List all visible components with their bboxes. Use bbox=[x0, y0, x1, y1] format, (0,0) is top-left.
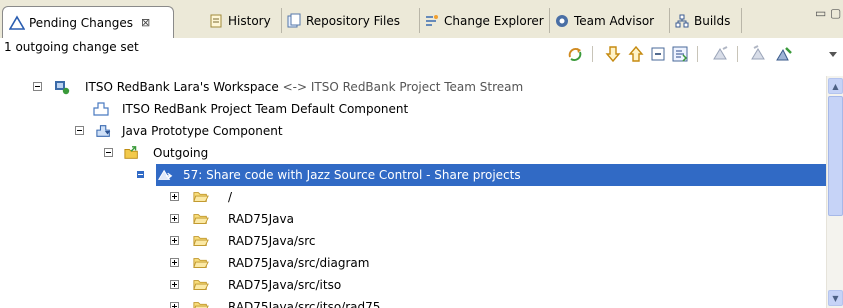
folder-icon bbox=[193, 277, 209, 293]
tree-row-folder[interactable]: RAD75Java/src bbox=[0, 230, 826, 252]
folder-label: RAD75Java/src/diagram bbox=[228, 256, 370, 270]
default-component-label: ITSO RedBank Project Team Default Compon… bbox=[122, 102, 409, 116]
folder-icon bbox=[193, 255, 209, 271]
workspace-icon bbox=[54, 79, 70, 95]
tab-label: History bbox=[228, 13, 271, 28]
move-down-icon[interactable] bbox=[603, 44, 623, 64]
tree-row-java-component[interactable]: Java Prototype Component bbox=[0, 120, 826, 142]
toolbar-separator bbox=[697, 46, 698, 62]
workspace-relation: <-> bbox=[282, 80, 308, 94]
tab-label: Team Advisor bbox=[574, 13, 655, 28]
component-changed-icon bbox=[96, 123, 112, 139]
builds-icon bbox=[674, 13, 690, 29]
component-icon bbox=[93, 101, 109, 117]
change-explorer-icon bbox=[424, 13, 440, 29]
suspend-icon[interactable] bbox=[774, 44, 794, 64]
folder-icon bbox=[193, 211, 209, 227]
tree-row-folder[interactable]: / bbox=[0, 186, 826, 208]
scroll-up-button[interactable]: ▲ bbox=[828, 78, 843, 94]
tree-row-default-component[interactable]: ITSO RedBank Project Team Default Compon… bbox=[0, 98, 826, 120]
expand-toggle[interactable] bbox=[170, 302, 179, 308]
tree-row-folder[interactable]: RAD75Java bbox=[0, 208, 826, 230]
folder-icon bbox=[193, 233, 209, 249]
folder-label: RAD75Java/src/itso/rad75 bbox=[228, 300, 381, 308]
pending-changes-icon bbox=[9, 14, 25, 31]
minimize-icon[interactable]: ▭ bbox=[815, 6, 826, 20]
scroll-down-button[interactable]: ▼ bbox=[828, 290, 843, 306]
tab-label: Builds bbox=[694, 13, 731, 28]
tab-label: Pending Changes bbox=[29, 15, 133, 30]
workspace-label: ITSO RedBank Lara's Workspace <-> ITSO R… bbox=[85, 80, 523, 94]
collapse-toggle[interactable] bbox=[136, 170, 145, 179]
tab-change-explorer[interactable]: Change Explorer bbox=[420, 8, 550, 33]
expand-icon[interactable] bbox=[670, 44, 690, 64]
move-up-icon[interactable] bbox=[626, 44, 646, 64]
close-icon[interactable]: ⊠ bbox=[141, 16, 150, 29]
folder-icon bbox=[193, 299, 209, 308]
pending-changes-tree[interactable]: ITSO RedBank Lara's Workspace <-> ITSO R… bbox=[0, 76, 826, 308]
collapse-all-icon[interactable] bbox=[648, 44, 668, 64]
workspace-name: ITSO RedBank Lara's Workspace bbox=[85, 80, 279, 94]
folder-label: RAD75Java/src bbox=[228, 234, 316, 248]
tab-label: Change Explorer bbox=[444, 13, 544, 28]
tab-label: Repository Files bbox=[306, 13, 400, 28]
outgoing-folder-icon bbox=[124, 145, 140, 161]
view-menu-icon[interactable] bbox=[826, 44, 840, 64]
folder-label: RAD75Java bbox=[228, 212, 294, 226]
change-set-label: 57: Share code with Jazz Source Control … bbox=[183, 168, 521, 182]
folder-icon bbox=[193, 189, 209, 205]
expand-toggle[interactable] bbox=[170, 236, 179, 245]
expand-toggle[interactable] bbox=[170, 258, 179, 267]
history-icon bbox=[208, 13, 224, 29]
toolbar-separator bbox=[592, 46, 593, 62]
java-component-label: Java Prototype Component bbox=[122, 124, 283, 138]
expand-toggle[interactable] bbox=[170, 214, 179, 223]
tree-row-folder[interactable]: RAD75Java/src/itso/rad75 bbox=[0, 296, 826, 308]
collapse-toggle[interactable] bbox=[104, 148, 113, 157]
scroll-thumb[interactable] bbox=[828, 96, 843, 216]
tab-team-advisor[interactable]: Team Advisor bbox=[550, 8, 670, 33]
tree-row-change-set[interactable]: 57: Share code with Jazz Source Control … bbox=[0, 164, 826, 186]
stream-name: ITSO RedBank Project Team Stream bbox=[310, 80, 524, 94]
maximize-icon[interactable]: ▢ bbox=[830, 6, 841, 20]
tree-row-folder[interactable]: RAD75Java/src/diagram bbox=[0, 252, 826, 274]
expand-toggle[interactable] bbox=[170, 192, 179, 201]
tree-row-workspace[interactable]: ITSO RedBank Lara's Workspace <-> ITSO R… bbox=[0, 76, 826, 98]
tab-builds[interactable]: Builds bbox=[670, 8, 742, 33]
refresh-icon[interactable] bbox=[565, 44, 585, 64]
deliver-icon[interactable] bbox=[710, 44, 730, 64]
view-toolbar: 1 outgoing change set bbox=[0, 38, 843, 77]
toolbar-separator bbox=[737, 46, 738, 62]
tab-history[interactable]: History bbox=[204, 8, 282, 33]
repository-files-icon bbox=[286, 13, 302, 29]
collapse-toggle[interactable] bbox=[75, 126, 84, 135]
vertical-scrollbar[interactable]: ▲ ▼ bbox=[826, 76, 843, 308]
view-tab-bar: Pending Changes ⊠ History Repository Fil… bbox=[0, 0, 843, 39]
tab-repository-files[interactable]: Repository Files bbox=[282, 8, 420, 33]
outgoing-label: Outgoing bbox=[153, 146, 209, 160]
status-text: 1 outgoing change set bbox=[4, 40, 139, 54]
expand-toggle[interactable] bbox=[170, 280, 179, 289]
tree-row-outgoing[interactable]: Outgoing bbox=[0, 142, 826, 164]
tab-pending-changes[interactable]: Pending Changes ⊠ bbox=[2, 6, 174, 38]
change-set-icon bbox=[157, 167, 173, 183]
folder-label: / bbox=[228, 190, 233, 204]
accept-icon[interactable] bbox=[748, 44, 768, 64]
collapse-toggle[interactable] bbox=[33, 82, 42, 91]
folder-label: RAD75Java/src/itso bbox=[228, 278, 342, 292]
team-advisor-icon bbox=[554, 13, 570, 29]
tree-row-folder[interactable]: RAD75Java/src/itso bbox=[0, 274, 826, 296]
